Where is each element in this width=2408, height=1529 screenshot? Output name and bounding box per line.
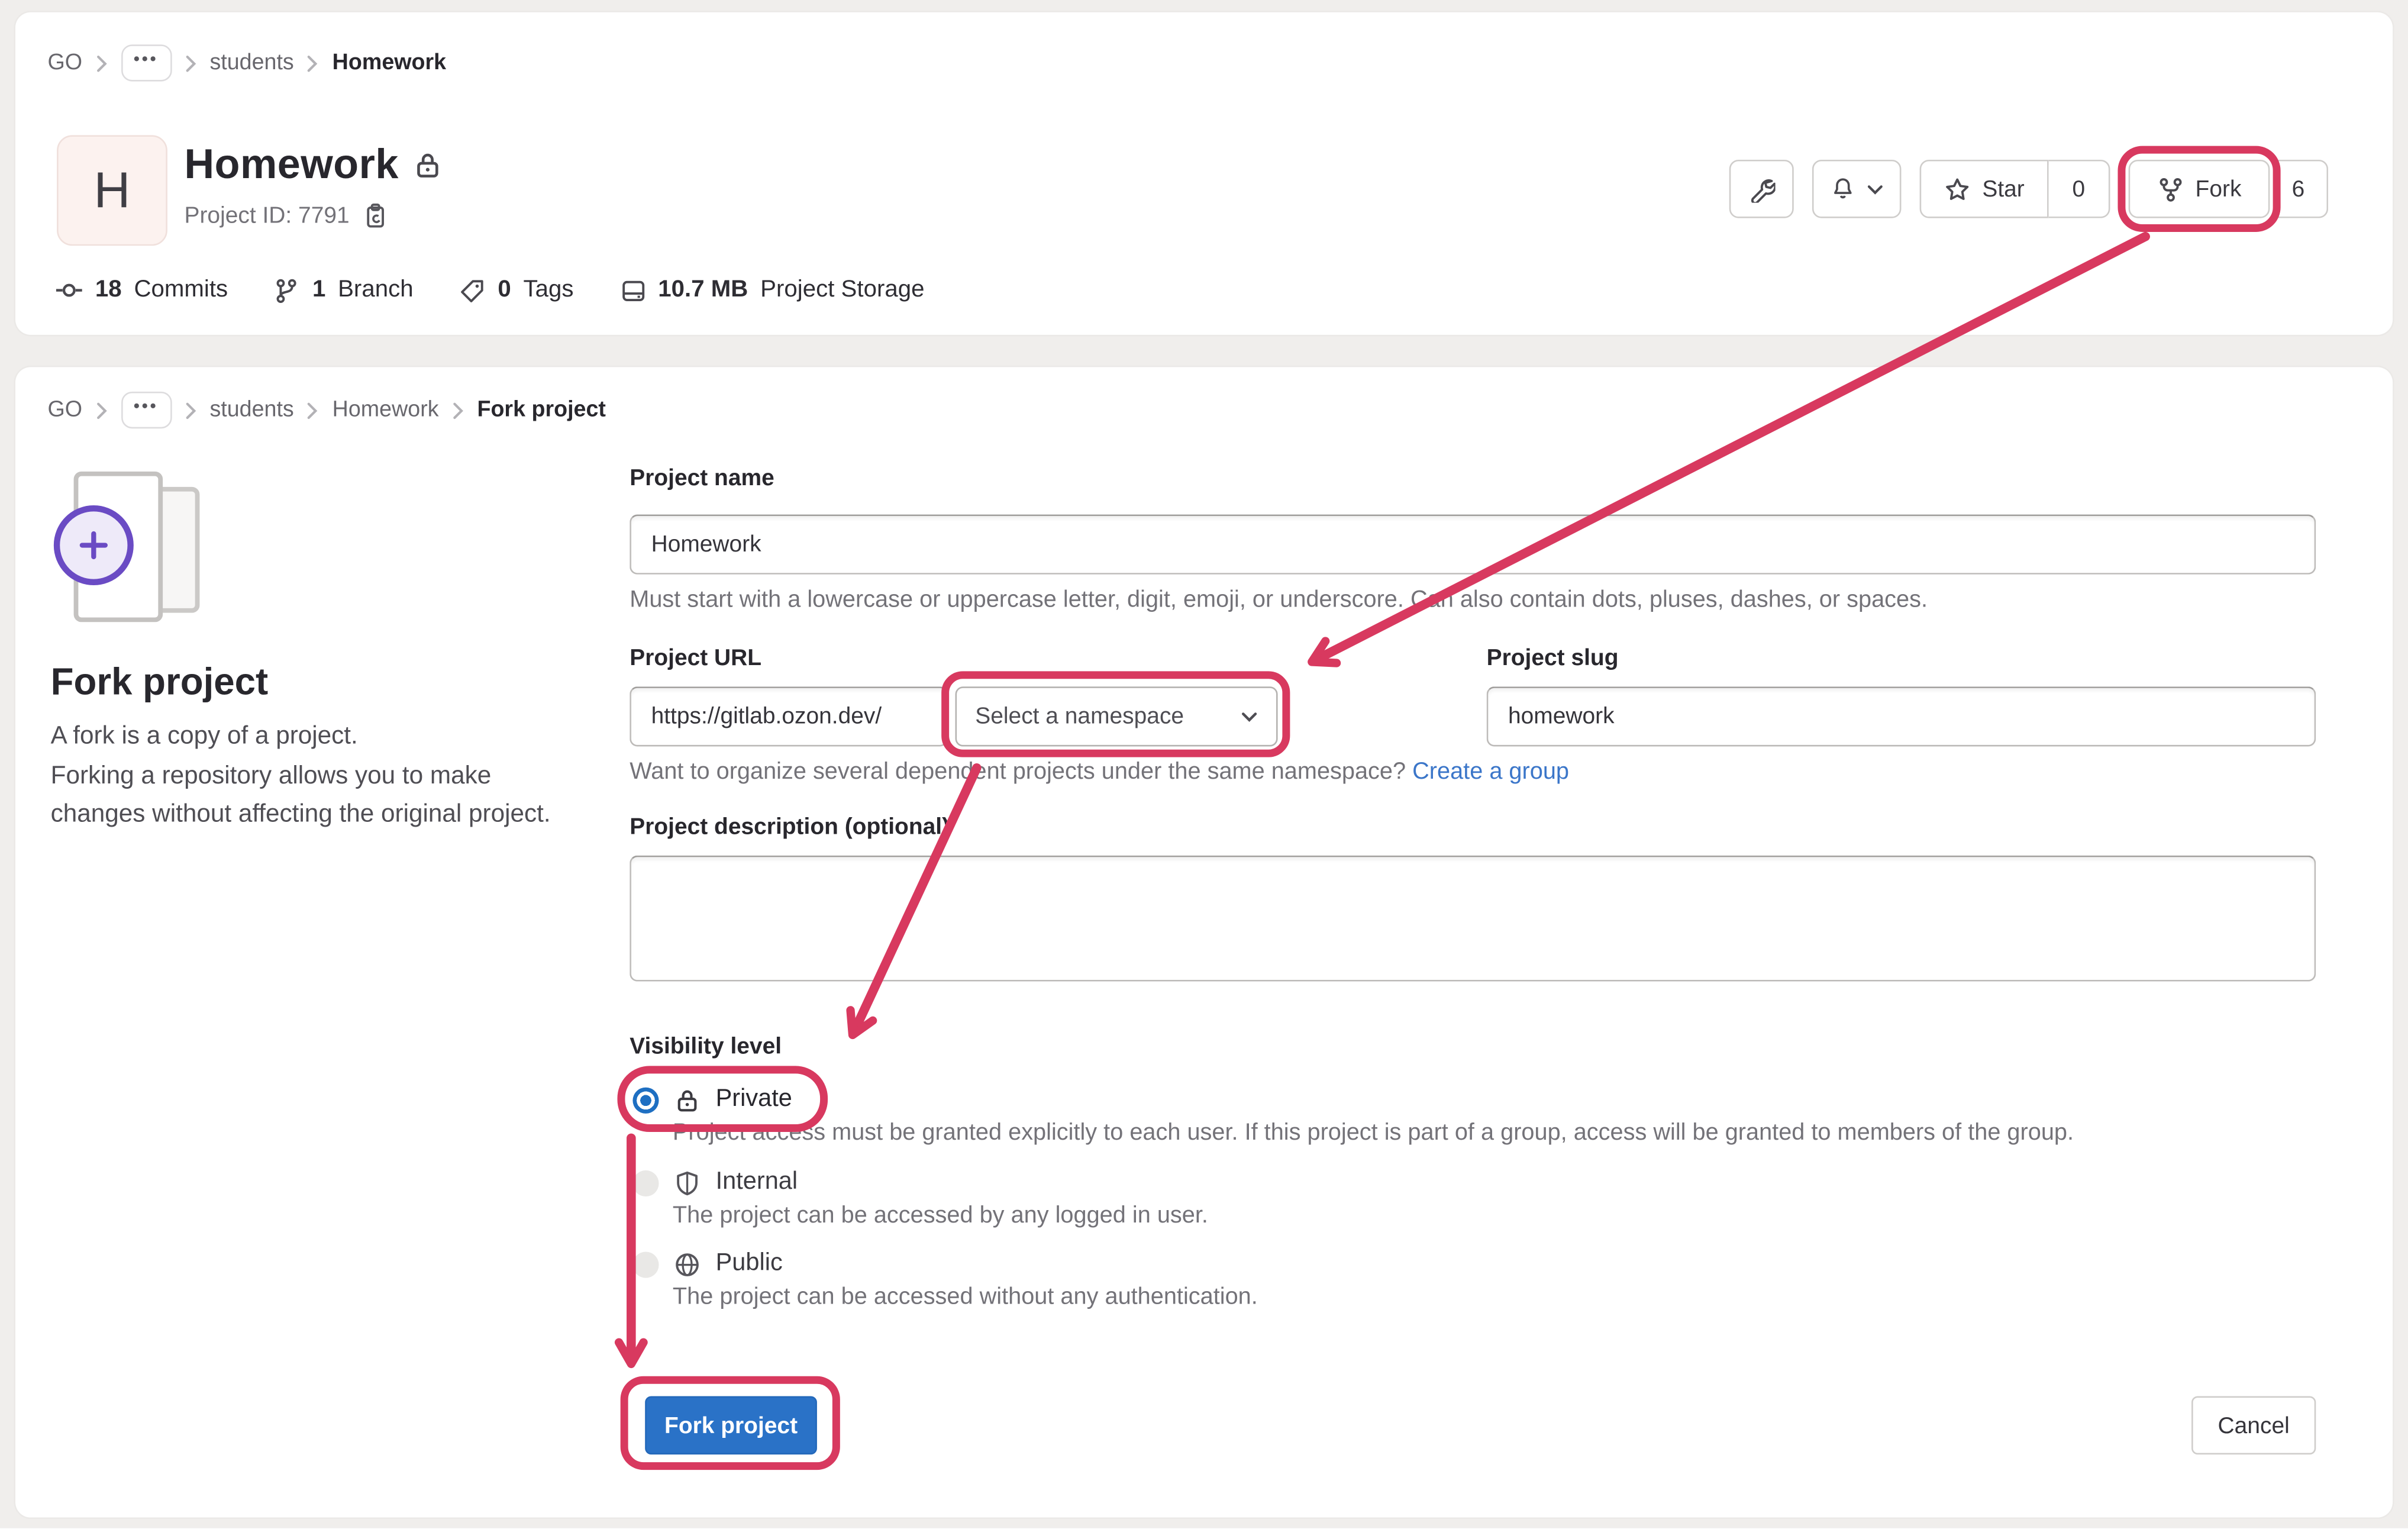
radio-public[interactable]: [632, 1251, 659, 1277]
bell-icon: [1831, 177, 1855, 202]
commit-icon: [55, 276, 83, 304]
project-title-block: Homework Project ID: 7791: [184, 141, 441, 229]
plus-circle-icon: [54, 505, 134, 585]
disk-icon: [619, 278, 645, 304]
globe-icon: [674, 1251, 701, 1277]
stat-tags[interactable]: 0Tags: [459, 276, 573, 304]
stat-storage[interactable]: 10.7 MBProject Storage: [619, 276, 924, 304]
visibility-option-internal[interactable]: Internal: [632, 1163, 798, 1202]
project-name-input[interactable]: Homework: [630, 515, 2316, 575]
notifications-button[interactable]: [1812, 160, 1902, 218]
tag-icon: [459, 278, 485, 304]
radio-private[interactable]: [632, 1086, 659, 1112]
wrench-icon: [1748, 176, 1774, 202]
copy-to-clipboard-icon[interactable]: [361, 203, 388, 229]
create-group-link[interactable]: Create a group: [1412, 759, 1569, 785]
chevron-right-icon: [453, 402, 463, 419]
breadcrumb: GO ••• students Homework: [47, 44, 446, 81]
project-description-textarea[interactable]: [630, 856, 2316, 982]
visibility-option-private[interactable]: Private: [632, 1080, 792, 1120]
chevron-right-icon: [308, 54, 318, 72]
fork-project-submit-button[interactable]: Fork project: [645, 1396, 817, 1454]
star-count[interactable]: 0: [2049, 160, 2110, 218]
project-name-label: Project name: [630, 465, 774, 491]
fork-section-description: A fork is a copy of a project.Forking a …: [51, 718, 573, 836]
project-stats: 18Commits 1Branch 0Tags 10.7 MBProject S…: [55, 276, 924, 304]
project-url-prefix: https://gitlab.ozon.dev/: [630, 686, 947, 746]
chevron-down-icon: [1241, 711, 1258, 723]
star-icon: [1944, 176, 1970, 202]
chevron-right-icon: [308, 402, 318, 419]
project-id: Project ID: 7791: [184, 203, 349, 229]
namespace-hint: Want to organize several dependent proje…: [630, 759, 1569, 786]
visibility-level-label: Visibility level: [630, 1034, 782, 1060]
breadcrumb-root[interactable]: GO: [47, 51, 82, 76]
stat-commits[interactable]: 18Commits: [55, 276, 228, 304]
breadcrumb-root[interactable]: GO: [47, 398, 82, 422]
fork-icon: [2157, 176, 2183, 202]
project-url-label: Project URL: [630, 645, 761, 671]
chevron-right-icon: [96, 54, 106, 72]
star-button-group: Star 0: [1920, 160, 2110, 218]
chevron-right-icon: [96, 402, 106, 419]
stat-branches[interactable]: 1Branch: [274, 276, 414, 304]
shield-icon: [674, 1170, 701, 1196]
fork-project-panel: GO ••• students Homework Fork project Fo…: [15, 367, 2393, 1517]
screenshot-root: GO ••• students Homework H Homework Proj…: [0, 0, 2408, 1529]
internal-description: The project can be accessed by any logge…: [673, 1202, 1208, 1230]
project-slug-label: Project slug: [1487, 645, 1619, 671]
breadcrumb-ellipsis-button[interactable]: •••: [121, 392, 172, 428]
project-action-buttons: Star 0 Fork 6: [1729, 160, 2328, 218]
branch-icon: [274, 278, 300, 304]
fork-button-group: Fork 6: [2129, 160, 2328, 218]
project-description-label: Project description (optional): [630, 814, 950, 840]
project-slug-input[interactable]: homework: [1487, 686, 2316, 746]
chevron-down-icon: [1867, 183, 1883, 194]
breadcrumb-current[interactable]: Homework: [333, 51, 446, 76]
breadcrumb-group[interactable]: students: [209, 51, 293, 76]
breadcrumb-ellipsis-button[interactable]: •••: [121, 44, 172, 81]
cancel-button[interactable]: Cancel: [2191, 1396, 2316, 1454]
project-header-panel: GO ••• students Homework H Homework Proj…: [15, 12, 2393, 335]
breadcrumb-fork-page: GO ••• students Homework Fork project: [47, 392, 605, 428]
radio-internal[interactable]: [632, 1170, 659, 1196]
private-description: Project access must be granted explicitl…: [673, 1120, 2074, 1147]
lock-icon: [674, 1086, 701, 1112]
chevron-right-icon: [185, 402, 196, 419]
chevron-right-icon: [185, 54, 196, 72]
breadcrumb-current[interactable]: Fork project: [477, 398, 606, 422]
fork-count[interactable]: 6: [2270, 160, 2328, 218]
fork-button[interactable]: Fork: [2129, 160, 2270, 218]
lock-icon: [412, 150, 441, 179]
visibility-option-public[interactable]: Public: [632, 1244, 782, 1284]
breadcrumb-project[interactable]: Homework: [333, 398, 439, 422]
project-avatar: H: [57, 135, 167, 246]
fork-section-heading: Fork project: [51, 663, 269, 706]
namespace-select[interactable]: Select a namespace: [956, 686, 1278, 746]
public-description: The project can be accessed without any …: [673, 1284, 1258, 1312]
page-title: Homework: [184, 141, 398, 189]
project-name-hint: Must start with a lowercase or uppercase…: [630, 587, 1928, 615]
breadcrumb-group[interactable]: students: [209, 398, 293, 422]
star-button[interactable]: Star: [1920, 160, 2049, 218]
settings-wrench-button[interactable]: [1729, 160, 1794, 218]
